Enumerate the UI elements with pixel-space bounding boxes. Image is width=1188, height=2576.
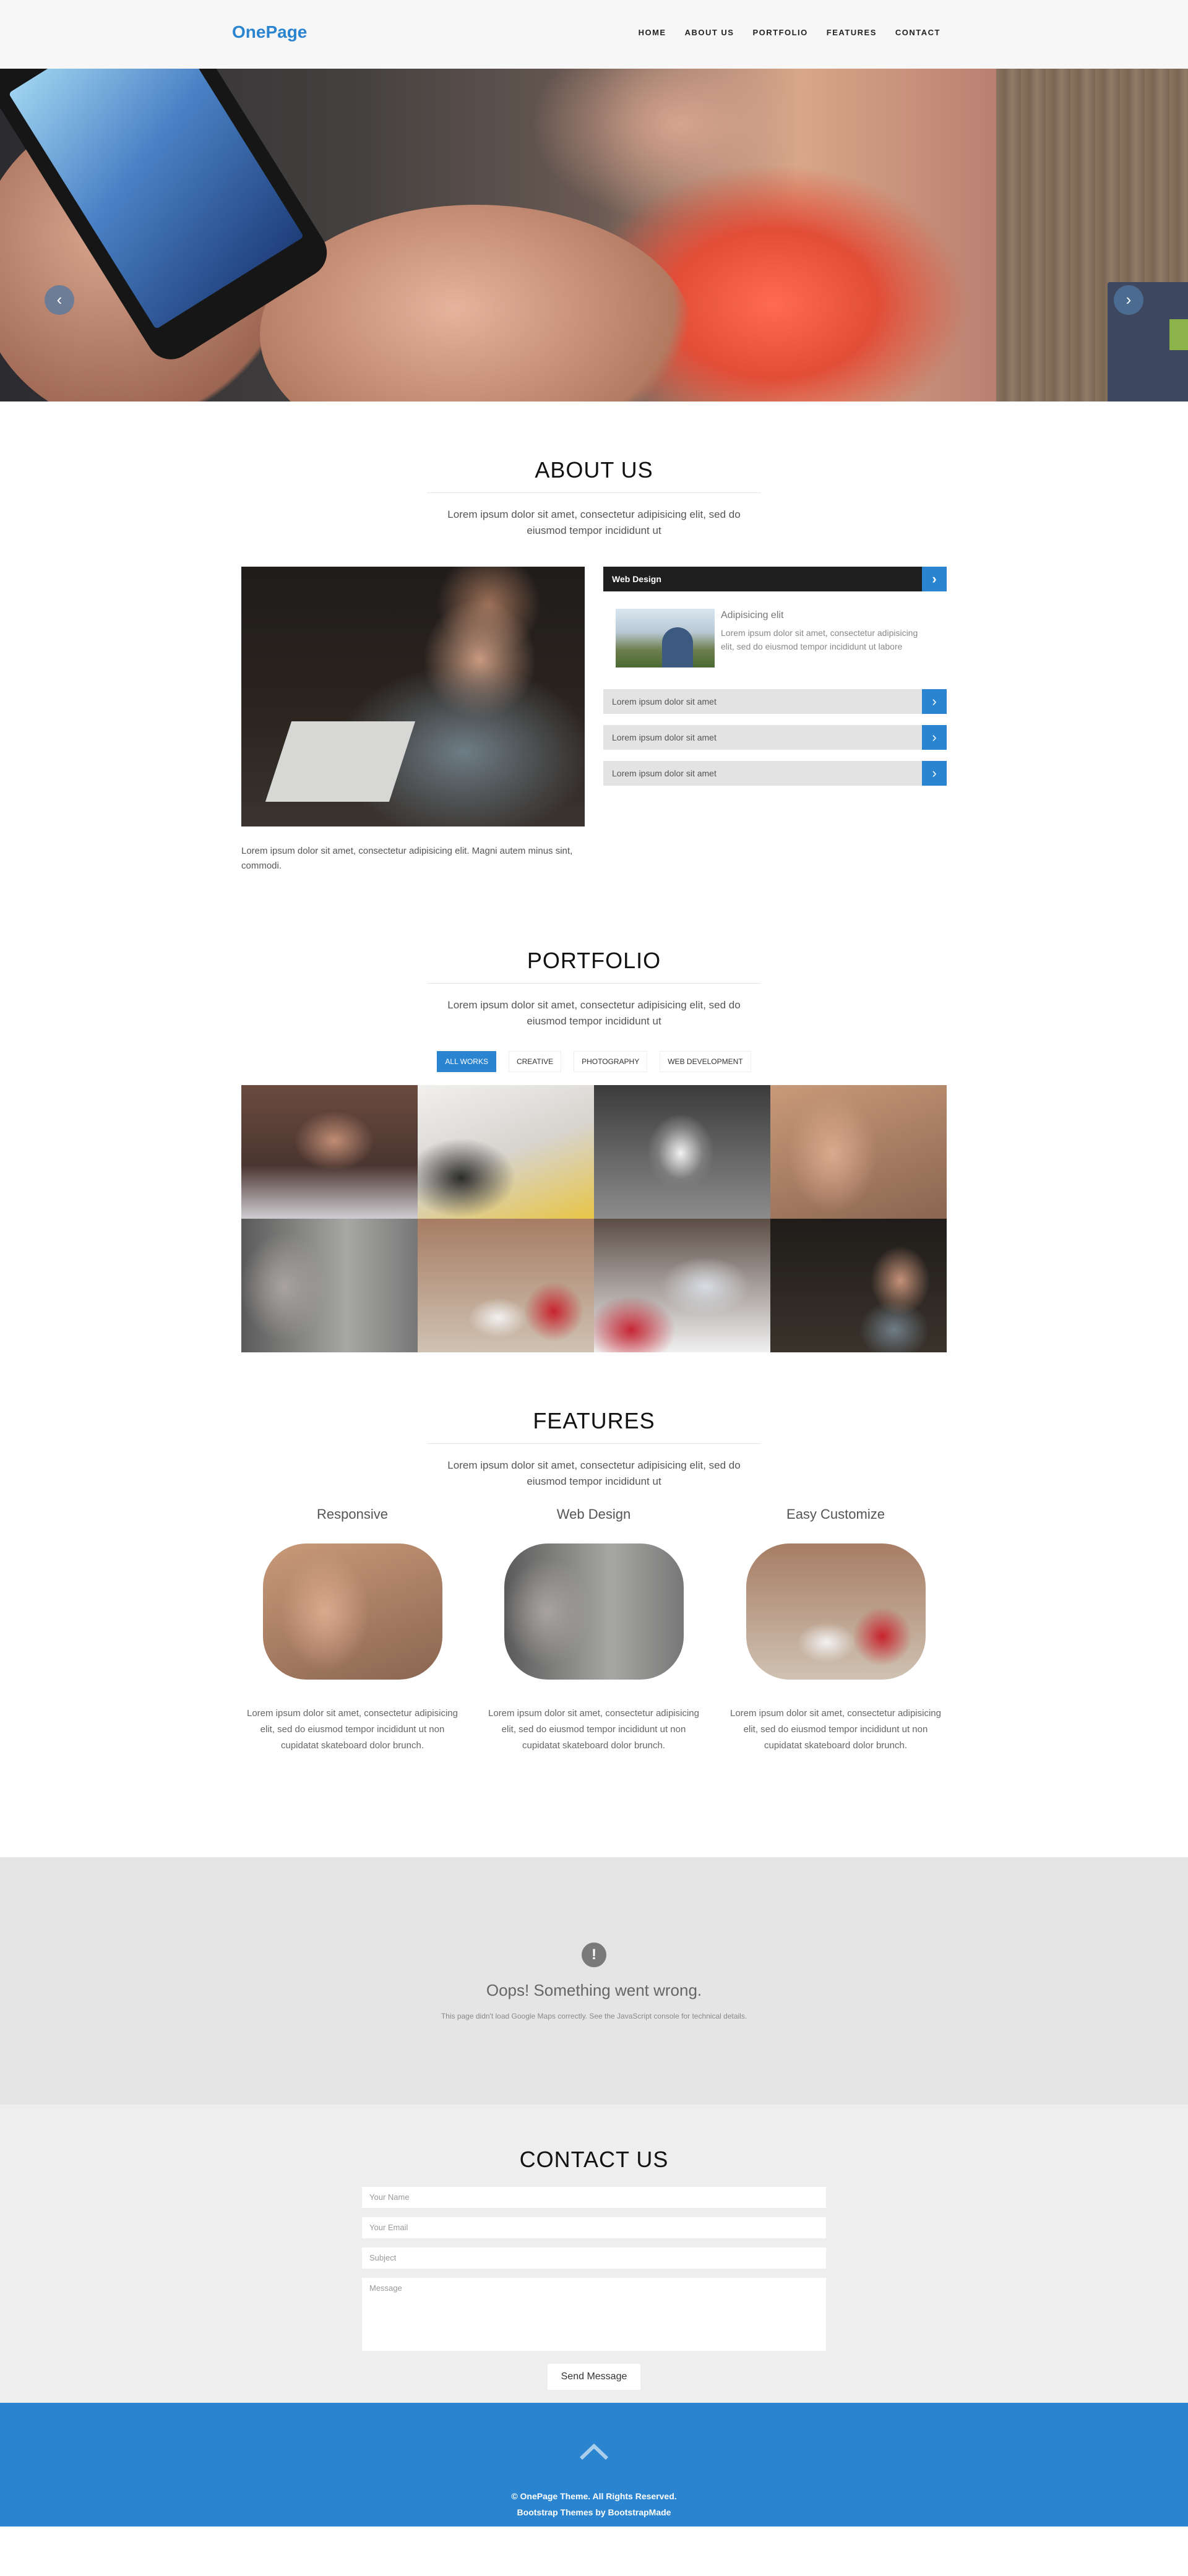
feature-text: Lorem ipsum dolor sit amet, consectetur … [247, 1708, 458, 1751]
chevron-right-icon[interactable]: › [922, 761, 947, 786]
features-subtitle: Lorem ipsum dolor sit amet, consectetur … [447, 1459, 741, 1487]
portfolio-section: PORTFOLIO Lorem ipsum dolor sit amet, co… [0, 899, 1188, 1392]
about-text: Lorem ipsum dolor sit amet, consectetur … [241, 846, 573, 871]
portfolio-subtitle: Lorem ipsum dolor sit amet, consectetur … [447, 999, 741, 1027]
footer: © OnePage Theme. All Rights Reserved. Bo… [0, 2403, 1188, 2527]
feature-card: Responsive Lorem ipsum dolor sit amet, c… [243, 1506, 462, 1754]
accordion-panel: Adipisicing elit Lorem ipsum dolor sit a… [603, 591, 947, 675]
feature-text: Lorem ipsum dolor sit amet, consectetur … [488, 1708, 699, 1751]
about-title: ABOUT US [535, 457, 653, 483]
accordion-item-label: Lorem ipsum dolor sit amet [612, 768, 717, 778]
nav-item-home[interactable]: HOME [639, 28, 666, 37]
accordion-item[interactable]: Lorem ipsum dolor sit amet › [603, 761, 947, 786]
portfolio-filters: ALL WORKS CREATIVE PHOTOGRAPHY WEB DEVEL… [427, 1051, 761, 1072]
accordion-thumbnail [616, 609, 715, 668]
chevron-right-icon[interactable]: › [922, 689, 947, 714]
contact-title: CONTACT US [519, 2147, 669, 2172]
chevron-right-icon[interactable]: › [922, 725, 947, 750]
about-image [241, 567, 585, 826]
chevron-left-icon: ‹ [56, 290, 62, 309]
accordion-item-label: Lorem ipsum dolor sit amet [612, 697, 717, 706]
feature-text: Lorem ipsum dolor sit amet, consectetur … [730, 1708, 941, 1751]
filter-web-development[interactable]: WEB DEVELOPMENT [660, 1051, 751, 1072]
navbar: OnePage HOME ABOUT US PORTFOLIO FEATURES… [0, 0, 1188, 69]
credit-text: Bootstrap Themes by BootstrapMade [517, 2507, 671, 2517]
about-section: ABOUT US Lorem ipsum dolor sit amet, con… [0, 401, 1188, 899]
message-field[interactable]: Message [362, 2278, 826, 2351]
main-nav: HOME ABOUT US PORTFOLIO FEATURES CONTACT [639, 28, 940, 37]
filter-all-works[interactable]: ALL WORKS [437, 1051, 496, 1072]
accordion-item[interactable]: Lorem ipsum dolor sit amet › [603, 725, 947, 750]
error-icon: ! [582, 1943, 606, 1967]
email-field[interactable]: Your Email [362, 2217, 826, 2238]
feature-title: Web Design [556, 1506, 631, 1522]
features-section: FEATURES Lorem ipsum dolor sit amet, con… [0, 1392, 1188, 1857]
footer-credits: © OnePage Theme. All Rights Reserved. Bo… [0, 2488, 1188, 2520]
feature-image [746, 1543, 926, 1680]
portfolio-item[interactable] [418, 1085, 594, 1219]
accordion-item-desc: Lorem ipsum dolor sit amet, consectetur … [721, 628, 918, 651]
feature-image [262, 1543, 442, 1680]
chevron-right-icon: › [1126, 290, 1132, 309]
portfolio-item[interactable] [241, 1219, 418, 1352]
chevron-up-icon[interactable] [579, 2441, 609, 2462]
feature-title: Easy Customize [786, 1506, 885, 1522]
map-error-desc: This page didn't load Google Maps correc… [441, 2012, 747, 2020]
nav-item-portfolio[interactable]: PORTFOLIO [752, 28, 807, 37]
name-field[interactable]: Your Name [362, 2187, 826, 2208]
accordion-item-title: Adipisicing elit [721, 610, 784, 620]
feature-card: Web Design Lorem ipsum dolor sit amet, c… [484, 1506, 704, 1754]
nav-item-contact[interactable]: CONTACT [895, 28, 940, 37]
portfolio-item[interactable] [770, 1085, 947, 1219]
contact-section: CONTACT US Your Name Your Email Subject … [0, 2105, 1188, 2403]
accordion-item-label: Lorem ipsum dolor sit amet [612, 732, 717, 742]
divider [427, 1443, 761, 1444]
portfolio-grid [241, 1085, 947, 1352]
divider [427, 492, 761, 493]
hero-carousel: ‹ › [0, 69, 1188, 401]
filter-creative[interactable]: CREATIVE [508, 1051, 562, 1072]
map-embed: ! Oops! Something went wrong. This page … [0, 1857, 1188, 2105]
brand-logo[interactable]: OnePage [232, 22, 307, 42]
subject-field[interactable]: Subject [362, 2248, 826, 2269]
feature-title: Responsive [317, 1506, 388, 1522]
portfolio-item[interactable] [594, 1219, 770, 1352]
chevron-right-icon[interactable]: › [922, 567, 947, 591]
portfolio-title: PORTFOLIO [527, 948, 661, 973]
send-message-button[interactable]: Send Message [548, 2364, 640, 2390]
copyright-text: © OnePage Theme. All Rights Reserved. [511, 2491, 677, 2501]
filter-photography[interactable]: PHOTOGRAPHY [574, 1051, 648, 1072]
accordion-item[interactable]: Lorem ipsum dolor sit amet › [603, 689, 947, 714]
portfolio-item[interactable] [594, 1085, 770, 1219]
map-error-title: Oops! Something went wrong. [486, 1981, 702, 1999]
features-title: FEATURES [533, 1408, 655, 1433]
carousel-prev-button[interactable]: ‹ [45, 285, 74, 315]
portfolio-item[interactable] [241, 1085, 418, 1219]
carousel-next-button[interactable]: › [1114, 285, 1143, 315]
divider [427, 983, 761, 984]
accordion-active-header[interactable]: Web Design › [603, 567, 947, 591]
about-subtitle: Lorem ipsum dolor sit amet, consectetur … [447, 509, 741, 536]
feature-card: Easy Customize Lorem ipsum dolor sit ame… [726, 1506, 945, 1754]
accordion-header-label: Web Design [612, 574, 661, 584]
portfolio-item[interactable] [418, 1219, 594, 1352]
nav-item-about[interactable]: ABOUT US [685, 28, 734, 37]
portfolio-item[interactable] [770, 1219, 947, 1352]
feature-image [504, 1543, 684, 1680]
nav-item-features[interactable]: FEATURES [827, 28, 877, 37]
